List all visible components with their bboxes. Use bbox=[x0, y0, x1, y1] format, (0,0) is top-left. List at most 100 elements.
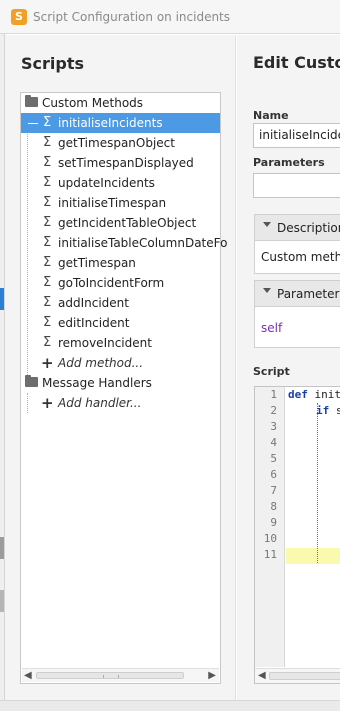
sigma-icon: Σ bbox=[43, 215, 52, 230]
tree-item-method[interactable]: Σ editIncident bbox=[21, 313, 220, 333]
caret-down-icon bbox=[263, 222, 271, 227]
tree-item-method[interactable]: Σ initialiseTableColumnDateFo bbox=[21, 233, 227, 253]
editor-horizontal-scrollbar[interactable]: ◀ bbox=[255, 668, 340, 683]
parameters-header[interactable]: Parameters bbox=[255, 281, 340, 307]
sigma-icon: Σ bbox=[43, 275, 52, 290]
plus-icon: + bbox=[41, 354, 54, 372]
tree-item-method[interactable]: Σ removeIncident bbox=[21, 333, 220, 353]
scripts-heading: Scripts bbox=[21, 54, 85, 73]
folder-label: Message Handlers bbox=[42, 376, 152, 390]
line-number-gutter: 1 2 3 4 5 6 7 8 9 10 11 bbox=[255, 387, 285, 667]
code-line[interactable]: def initi bbox=[288, 387, 340, 403]
method-label: initialiseTimespan bbox=[58, 196, 167, 210]
add-handler-item[interactable]: + Add handler... bbox=[21, 393, 220, 413]
method-label: getTimespanObject bbox=[58, 136, 175, 150]
background-window-mark bbox=[0, 590, 4, 612]
caret-down-icon bbox=[263, 288, 271, 293]
sigma-icon: Σ bbox=[43, 195, 52, 210]
sigma-icon: Σ bbox=[43, 315, 52, 330]
name-field[interactable]: initialiseIncide bbox=[253, 123, 340, 148]
background-window-mark bbox=[0, 537, 4, 559]
method-label: updateIncidents bbox=[58, 176, 155, 190]
sigma-icon: Σ bbox=[43, 175, 52, 190]
title-bar: S Script Configuration on incidents bbox=[0, 0, 340, 34]
method-label: getTimespan bbox=[58, 256, 136, 270]
tree-item-method[interactable]: Σ getTimespan bbox=[21, 253, 220, 273]
sigma-icon: Σ bbox=[43, 335, 52, 350]
method-label: removeIncident bbox=[58, 336, 152, 350]
tree-item-method[interactable]: Σ addIncident bbox=[21, 293, 220, 313]
sigma-icon: Σ bbox=[43, 115, 52, 130]
add-handler-label: Add handler... bbox=[58, 396, 142, 410]
tree-folder-custom-methods[interactable]: Custom Methods bbox=[21, 93, 220, 113]
scroll-left-arrow-icon[interactable]: ◀ bbox=[258, 669, 266, 683]
description-text[interactable]: Custom metho bbox=[261, 250, 340, 264]
scripts-tree[interactable]: Custom Methods Σ initialiseIncidents Σ g… bbox=[20, 92, 227, 684]
tree-connector bbox=[28, 123, 38, 124]
scroll-left-arrow-icon[interactable]: ◀ bbox=[24, 669, 32, 682]
line-number: 7 bbox=[270, 484, 277, 497]
edit-panel: Edit Custon Name initialiseIncide Parame… bbox=[237, 35, 340, 700]
add-method-label: Add method... bbox=[58, 356, 144, 370]
scrollbar-thumb[interactable] bbox=[269, 672, 340, 680]
method-label: addIncident bbox=[58, 296, 129, 310]
description-section: Description Custom metho bbox=[254, 214, 340, 274]
scrollbar-grip bbox=[103, 675, 119, 678]
method-label: initialiseTableColumnDateFo bbox=[58, 236, 228, 250]
tree-folder-message-handlers[interactable]: Message Handlers bbox=[21, 373, 220, 393]
line-number: 5 bbox=[270, 452, 277, 465]
code-keyword: def bbox=[288, 388, 308, 401]
add-method-item[interactable]: + Add method... bbox=[21, 353, 220, 373]
code-text: initi bbox=[314, 388, 340, 401]
line-number: 10 bbox=[263, 532, 277, 545]
tree-item-method[interactable]: Σ getTimespanObject bbox=[21, 133, 220, 153]
dialog-bottom-edge bbox=[0, 700, 340, 711]
line-number: 11 bbox=[263, 548, 277, 561]
edit-heading: Edit Custon bbox=[253, 53, 340, 72]
parameters-section: Parameters self bbox=[254, 280, 340, 348]
parameters-header-label: Parameters bbox=[277, 287, 340, 301]
tree-item-method[interactable]: Σ updateIncidents bbox=[21, 173, 220, 193]
name-label: Name bbox=[253, 109, 289, 122]
folder-icon bbox=[25, 375, 38, 387]
tree-item-method[interactable]: Σ getIncidentTableObject bbox=[21, 213, 220, 233]
folder-icon bbox=[25, 95, 38, 107]
description-header[interactable]: Description bbox=[255, 215, 340, 241]
method-label: goToIncidentForm bbox=[58, 276, 165, 290]
method-label: editIncident bbox=[58, 316, 130, 330]
background-window-mark bbox=[0, 288, 4, 310]
folder-label: Custom Methods bbox=[42, 96, 144, 110]
script-editor[interactable]: 1 2 3 4 5 6 7 8 9 10 11 def initi if s ◀ bbox=[254, 386, 340, 684]
code-keyword: if bbox=[316, 404, 330, 417]
tree-item-method[interactable]: Σ setTimespanDisplayed bbox=[21, 153, 220, 173]
sigma-icon: Σ bbox=[43, 295, 52, 310]
scrollbar-thumb[interactable] bbox=[36, 672, 184, 679]
script-label: Script bbox=[253, 365, 290, 378]
sigma-icon: Σ bbox=[43, 255, 52, 270]
method-label: setTimespanDisplayed bbox=[58, 156, 194, 170]
parameter-self: self bbox=[261, 321, 283, 335]
code-line[interactable]: if s bbox=[316, 403, 340, 419]
indent-guide bbox=[317, 403, 318, 563]
line-number: 3 bbox=[270, 420, 277, 433]
tree-item-method[interactable]: Σ initialiseTimespan bbox=[21, 193, 220, 213]
line-number: 4 bbox=[270, 436, 277, 449]
sigma-icon: Σ bbox=[43, 235, 52, 250]
sigma-icon: Σ bbox=[43, 135, 52, 150]
current-line-highlight bbox=[286, 548, 340, 564]
scripts-panel: Scripts Custom Methods Σ initialiseIncid… bbox=[5, 35, 236, 700]
line-number: 2 bbox=[270, 404, 277, 417]
line-number: 9 bbox=[270, 516, 277, 529]
tree-horizontal-scrollbar[interactable]: ◀ ▶ bbox=[22, 668, 219, 682]
tree-item-method[interactable]: Σ goToIncidentForm bbox=[21, 273, 220, 293]
code-text: s bbox=[335, 404, 340, 417]
line-number: 6 bbox=[270, 468, 277, 481]
parameters-label: Parameters bbox=[253, 156, 325, 169]
line-number: 8 bbox=[270, 500, 277, 513]
plus-icon: + bbox=[41, 394, 54, 412]
parameters-field[interactable] bbox=[253, 173, 340, 198]
window-title: Script Configuration on incidents bbox=[33, 10, 231, 24]
tree-item-method[interactable]: Σ initialiseIncidents bbox=[21, 113, 220, 133]
scroll-right-arrow-icon[interactable]: ▶ bbox=[208, 669, 216, 682]
app-icon: S bbox=[11, 9, 27, 25]
